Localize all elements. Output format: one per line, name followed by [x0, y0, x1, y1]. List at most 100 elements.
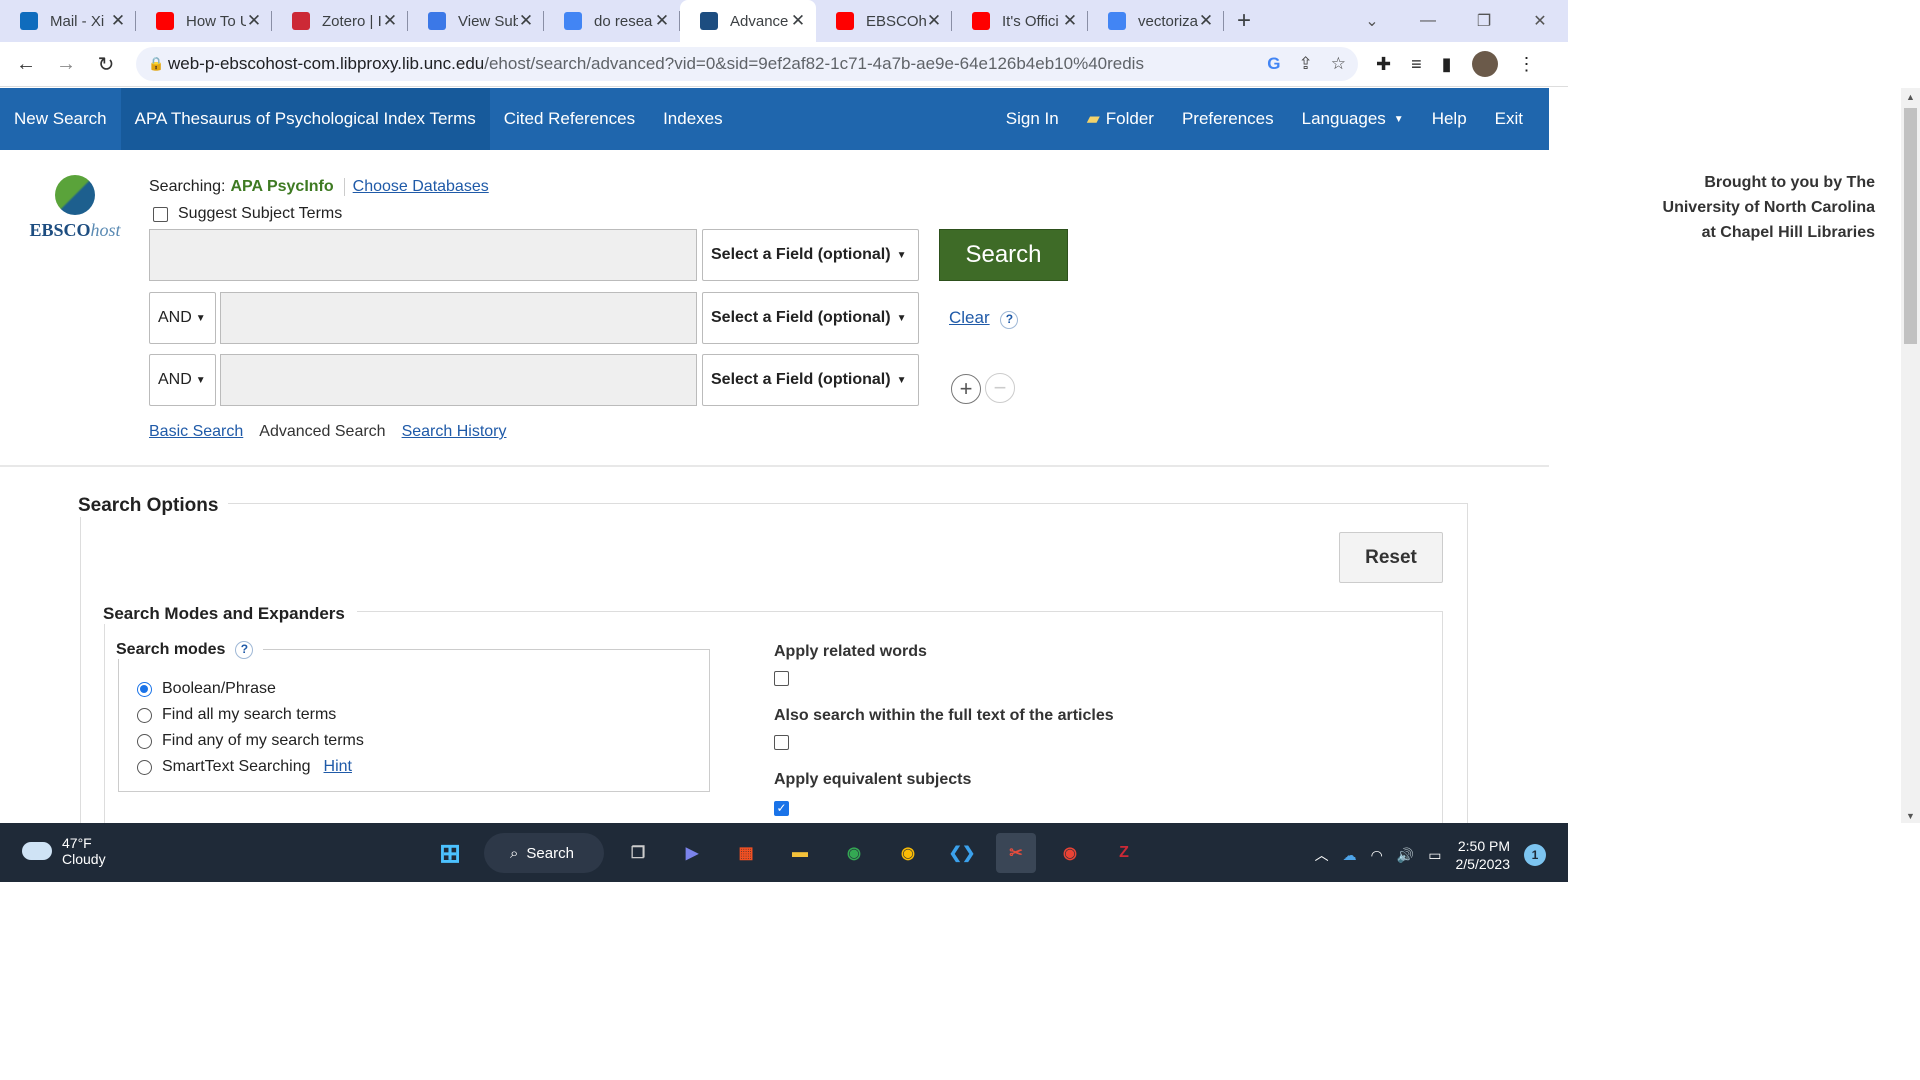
boolean-select-2[interactable]: AND ▼: [149, 292, 216, 344]
clear-link[interactable]: Clear: [949, 308, 990, 327]
back-icon[interactable]: ←: [6, 53, 46, 76]
mode-smarttext[interactable]: SmartText Searching Hint: [137, 754, 364, 780]
basic-search-link[interactable]: Basic Search: [149, 423, 243, 441]
browser-tab[interactable]: How To U ✕: [136, 0, 272, 42]
nav-indexes[interactable]: Indexes: [649, 88, 737, 150]
nav-sign-in[interactable]: Sign In: [992, 88, 1073, 150]
nav-new-search[interactable]: New Search: [0, 88, 121, 150]
search-history-link[interactable]: Search History: [402, 423, 507, 441]
chevron-up-icon[interactable]: ︿: [1315, 845, 1329, 865]
browser-tab[interactable]: EBSCOho✕: [816, 0, 952, 42]
scroll-thumb[interactable]: [1904, 108, 1917, 344]
nav-help[interactable]: Help: [1418, 88, 1481, 150]
search-input-1[interactable]: [149, 229, 697, 281]
choose-databases-link[interactable]: Choose Databases: [353, 178, 489, 196]
hint-link[interactable]: Hint: [324, 758, 352, 776]
browser-tab[interactable]: Zotero | I ✕: [272, 0, 408, 42]
mode-boolean-phrase[interactable]: Boolean/Phrase: [137, 676, 364, 702]
notification-badge[interactable]: 1: [1524, 844, 1546, 866]
extensions-puzzle-icon[interactable]: ✚: [1376, 54, 1391, 75]
search-input-3[interactable]: [220, 354, 697, 406]
remove-row-icon[interactable]: −: [985, 373, 1015, 403]
share-icon[interactable]: ⇪: [1299, 54, 1313, 74]
close-tab-icon[interactable]: ✕: [1198, 11, 1214, 31]
close-window-icon[interactable]: ✕: [1512, 11, 1568, 31]
address-bar[interactable]: 🔒 web-p-ebscohost-com.libproxy.lib.unc.e…: [136, 47, 1358, 81]
close-tab-icon[interactable]: ✕: [382, 11, 398, 31]
suggest-subject-terms[interactable]: Suggest Subject Terms: [153, 205, 342, 223]
fulltext-search-checkbox[interactable]: [774, 735, 789, 750]
close-tab-icon[interactable]: ✕: [654, 11, 670, 31]
radio[interactable]: [137, 733, 152, 749]
media-control-icon[interactable]: ≡: [1411, 54, 1422, 75]
vscode-icon[interactable]: ❮❯: [942, 833, 982, 873]
taskbar-search[interactable]: ⌕ Search: [484, 833, 604, 873]
radio-selected[interactable]: [137, 681, 152, 697]
windows-start-icon[interactable]: ⊞: [430, 833, 470, 873]
browser-tab[interactable]: do resea ✕: [544, 0, 680, 42]
field-select-2[interactable]: Select a Field (optional) ▼: [702, 292, 919, 344]
browser-tab[interactable]: Advance ✕: [680, 0, 816, 42]
tab-search-icon[interactable]: ⌄: [1344, 11, 1400, 31]
apply-related-words-checkbox[interactable]: [774, 671, 789, 686]
nav-languages[interactable]: Languages ▼: [1288, 88, 1418, 150]
close-tab-icon[interactable]: ✕: [926, 11, 942, 31]
search-button[interactable]: Search: [939, 229, 1068, 281]
nav-folder[interactable]: ▰ Folder: [1073, 88, 1168, 150]
nav-cited-references[interactable]: Cited References: [490, 88, 649, 150]
suggest-checkbox[interactable]: [153, 206, 168, 222]
microsoft-store-icon[interactable]: ▦: [726, 833, 766, 873]
field-select-1[interactable]: Select a Field (optional) ▼: [702, 229, 919, 281]
browser-tab[interactable]: vectoriza ✕: [1088, 0, 1224, 42]
mode-find-all[interactable]: Find all my search terms: [137, 702, 364, 728]
scroll-down-icon[interactable]: ▼: [1901, 811, 1920, 821]
reset-button[interactable]: Reset: [1339, 532, 1443, 583]
side-panel-icon[interactable]: ▮: [1442, 54, 1452, 75]
task-view-icon[interactable]: ❐: [618, 833, 658, 873]
minimize-icon[interactable]: —: [1400, 12, 1456, 30]
teams-chat-icon[interactable]: ▶: [672, 833, 712, 873]
url-text[interactable]: web-p-ebscohost-com.libproxy.lib.unc.edu…: [168, 54, 1267, 74]
mode-find-any[interactable]: Find any of my search terms: [137, 728, 364, 754]
page-scrollbar[interactable]: ▲ ▼: [1901, 88, 1920, 823]
browser-tab[interactable]: View Sub ✕: [408, 0, 544, 42]
nav-preferences[interactable]: Preferences: [1168, 88, 1288, 150]
volume-icon[interactable]: 🔊: [1397, 847, 1414, 864]
chrome-work-icon[interactable]: ◉: [1050, 833, 1090, 873]
nav-apa-thesaurus[interactable]: APA Thesaurus of Psychological Index Ter…: [120, 88, 490, 150]
clock[interactable]: 2:50 PM 2/5/2023: [1456, 837, 1511, 873]
reload-icon[interactable]: ↻: [86, 52, 126, 77]
chrome-icon[interactable]: ◉: [834, 833, 874, 873]
equivalent-subjects-checkbox[interactable]: ✓: [774, 801, 789, 816]
lock-icon[interactable]: 🔒: [148, 56, 168, 72]
profile-avatar[interactable]: [1471, 51, 1498, 77]
snipping-tool-icon[interactable]: ✂: [996, 833, 1036, 873]
wifi-icon[interactable]: ◠: [1371, 847, 1383, 864]
search-input-2[interactable]: [220, 292, 697, 344]
chrome-profile-icon[interactable]: ◉: [888, 833, 928, 873]
weather-widget[interactable]: 47°F Cloudy: [22, 835, 106, 867]
bookmark-star-icon[interactable]: ☆: [1331, 54, 1346, 74]
zotero-taskbar-icon[interactable]: Z: [1104, 833, 1144, 873]
help-icon[interactable]: ?: [1000, 311, 1019, 329]
close-tab-icon[interactable]: ✕: [790, 11, 806, 31]
browser-tab[interactable]: Mail - Xi ✕: [0, 0, 136, 42]
radio[interactable]: [137, 707, 152, 723]
nav-exit[interactable]: Exit: [1481, 88, 1537, 150]
restore-icon[interactable]: ❐: [1456, 11, 1512, 31]
close-tab-icon[interactable]: ✕: [110, 11, 126, 31]
onedrive-icon[interactable]: ☁: [1343, 847, 1357, 864]
battery-icon[interactable]: ▭: [1428, 847, 1441, 864]
file-explorer-icon[interactable]: ▬: [780, 833, 820, 873]
close-tab-icon[interactable]: ✕: [1062, 11, 1078, 31]
field-select-3[interactable]: Select a Field (optional) ▼: [702, 354, 919, 406]
boolean-select-3[interactable]: AND ▼: [149, 354, 216, 406]
new-tab-button[interactable]: +: [1224, 7, 1264, 35]
browser-tab[interactable]: It's Offici ✕: [952, 0, 1088, 42]
close-tab-icon[interactable]: ✕: [518, 11, 534, 31]
google-translate-icon[interactable]: G: [1267, 54, 1280, 74]
radio[interactable]: [137, 759, 152, 775]
add-row-icon[interactable]: +: [951, 374, 981, 404]
menu-kebab-icon[interactable]: ⋮: [1518, 54, 1536, 75]
close-tab-icon[interactable]: ✕: [246, 11, 262, 31]
